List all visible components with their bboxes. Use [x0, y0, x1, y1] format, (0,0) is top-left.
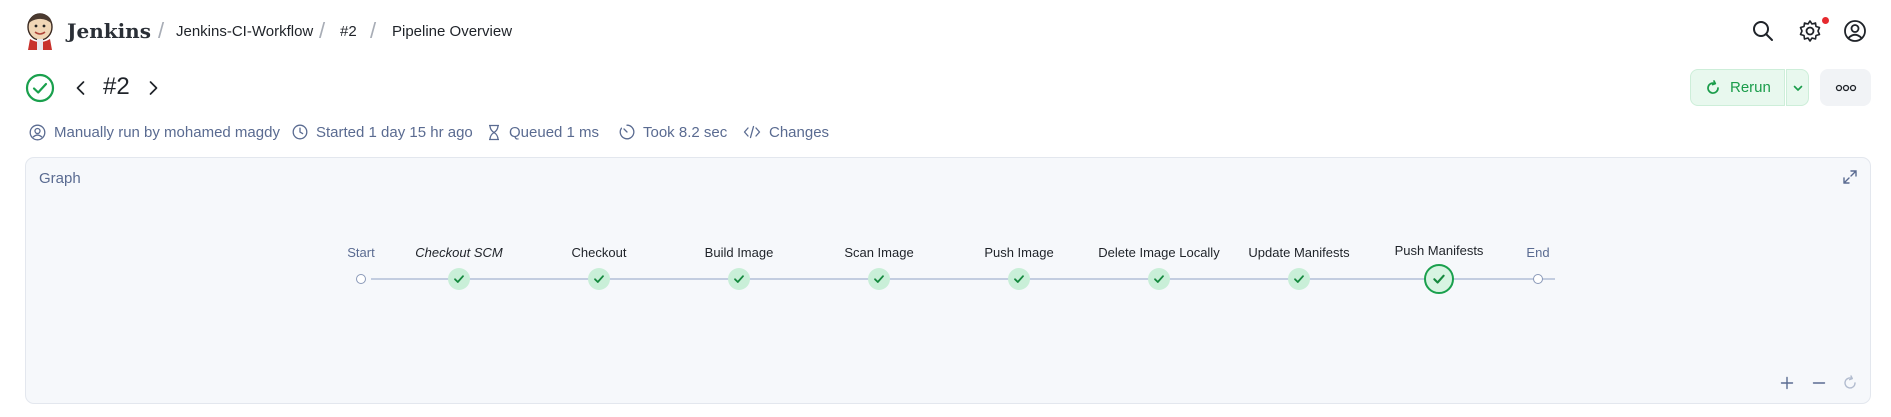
start-label: Start: [347, 245, 375, 260]
notification-dot: [1822, 17, 1829, 24]
stage-label: Delete Image Locally: [1098, 245, 1220, 260]
previous-build-chevron-icon[interactable]: [71, 78, 91, 98]
checkmark-icon: [1433, 274, 1445, 284]
stage-node-scan-image[interactable]: [868, 268, 890, 290]
run-by-text: Manually run by mohamed magdy: [54, 123, 280, 141]
reset-zoom-icon[interactable]: [1841, 374, 1859, 392]
started-info: Started 1 day 15 hr ago: [292, 122, 473, 142]
account-icon[interactable]: [1842, 18, 1868, 44]
code-icon: [743, 125, 761, 139]
search-icon[interactable]: [1750, 18, 1776, 44]
stage-label: Push Image: [984, 245, 1054, 260]
top-bar: Jenkins / Jenkins-CI-Workflow / #2 / Pip…: [0, 0, 1891, 64]
hourglass-icon: [489, 124, 499, 140]
checkmark-icon: [1014, 275, 1024, 283]
checkmark-icon: [1154, 275, 1164, 283]
more-actions-button[interactable]: [1820, 69, 1871, 106]
breadcrumb-separator: /: [158, 18, 165, 43]
queued-info: Queued 1 ms: [487, 122, 599, 142]
build-number: #2: [103, 73, 130, 100]
rerun-label: Rerun: [1730, 79, 1771, 96]
end-node: [1533, 274, 1543, 284]
rerun-options-button[interactable]: [1786, 69, 1809, 106]
changes-text: Changes: [769, 123, 830, 141]
stage-node-checkout-scm[interactable]: [448, 268, 470, 290]
stage-node-push-manifests[interactable]: [1424, 264, 1454, 294]
breadcrumb-separator: /: [319, 18, 326, 43]
stage-label: Push Manifests: [1394, 243, 1484, 258]
stage-label: Update Manifests: [1248, 245, 1350, 260]
checkmark-icon: [594, 275, 604, 283]
breadcrumb-job[interactable]: Jenkins-CI-Workflow: [176, 23, 313, 40]
breadcrumb-separator: /: [370, 18, 377, 43]
stage-label: Build Image: [704, 245, 774, 260]
graph-title: Graph: [39, 170, 81, 187]
jenkins-logo-icon[interactable]: [24, 12, 56, 50]
next-build-chevron-icon[interactable]: [143, 78, 163, 98]
zoom-in-icon[interactable]: [1778, 374, 1796, 392]
refresh-icon: [1707, 79, 1719, 94]
started-text: Started 1 day 15 hr ago: [316, 123, 473, 141]
changes-link[interactable]: Changes: [743, 122, 829, 142]
pipeline-connector: [371, 278, 1555, 280]
timer-icon: [619, 124, 635, 140]
breadcrumb-build[interactable]: #2: [340, 23, 357, 40]
brand-name[interactable]: Jenkins: [67, 19, 151, 43]
duration-text: Took 8.2 sec: [643, 123, 728, 141]
start-node: [356, 274, 366, 284]
stage-node-delete-image-locally[interactable]: [1148, 268, 1170, 290]
breadcrumb-page[interactable]: Pipeline Overview: [392, 23, 512, 40]
queued-text: Queued 1 ms: [509, 123, 600, 141]
clock-icon: [292, 124, 308, 140]
expand-icon[interactable]: [1841, 168, 1859, 186]
stage-label: Scan Image: [844, 245, 914, 260]
user-icon: [29, 124, 46, 140]
settings-icon[interactable]: [1797, 18, 1823, 44]
end-label: End: [1526, 245, 1550, 260]
stage-node-build-image[interactable]: [728, 268, 750, 290]
checkmark-icon: [874, 275, 884, 283]
checkmark-icon: [1294, 275, 1304, 283]
rerun-button[interactable]: Rerun: [1690, 69, 1785, 106]
stage-label: Checkout SCM: [415, 245, 503, 260]
more-dots-icon: [1835, 84, 1856, 91]
stage-node-update-manifests[interactable]: [1288, 268, 1310, 290]
stage-label: Checkout: [571, 245, 627, 260]
run-by-info: Manually run by mohamed magdy: [29, 122, 280, 142]
zoom-out-icon[interactable]: [1810, 374, 1828, 392]
duration-info: Took 8.2 sec: [619, 122, 727, 142]
stage-node-push-image[interactable]: [1008, 268, 1030, 290]
pipeline-graph-panel: Graph Start Checkout SCM Checkout Build …: [25, 157, 1871, 404]
success-status-icon: [25, 73, 55, 103]
chevron-down-icon: [1793, 85, 1802, 91]
stage-node-checkout[interactable]: [588, 268, 610, 290]
checkmark-icon: [454, 275, 464, 283]
checkmark-icon: [734, 275, 744, 283]
